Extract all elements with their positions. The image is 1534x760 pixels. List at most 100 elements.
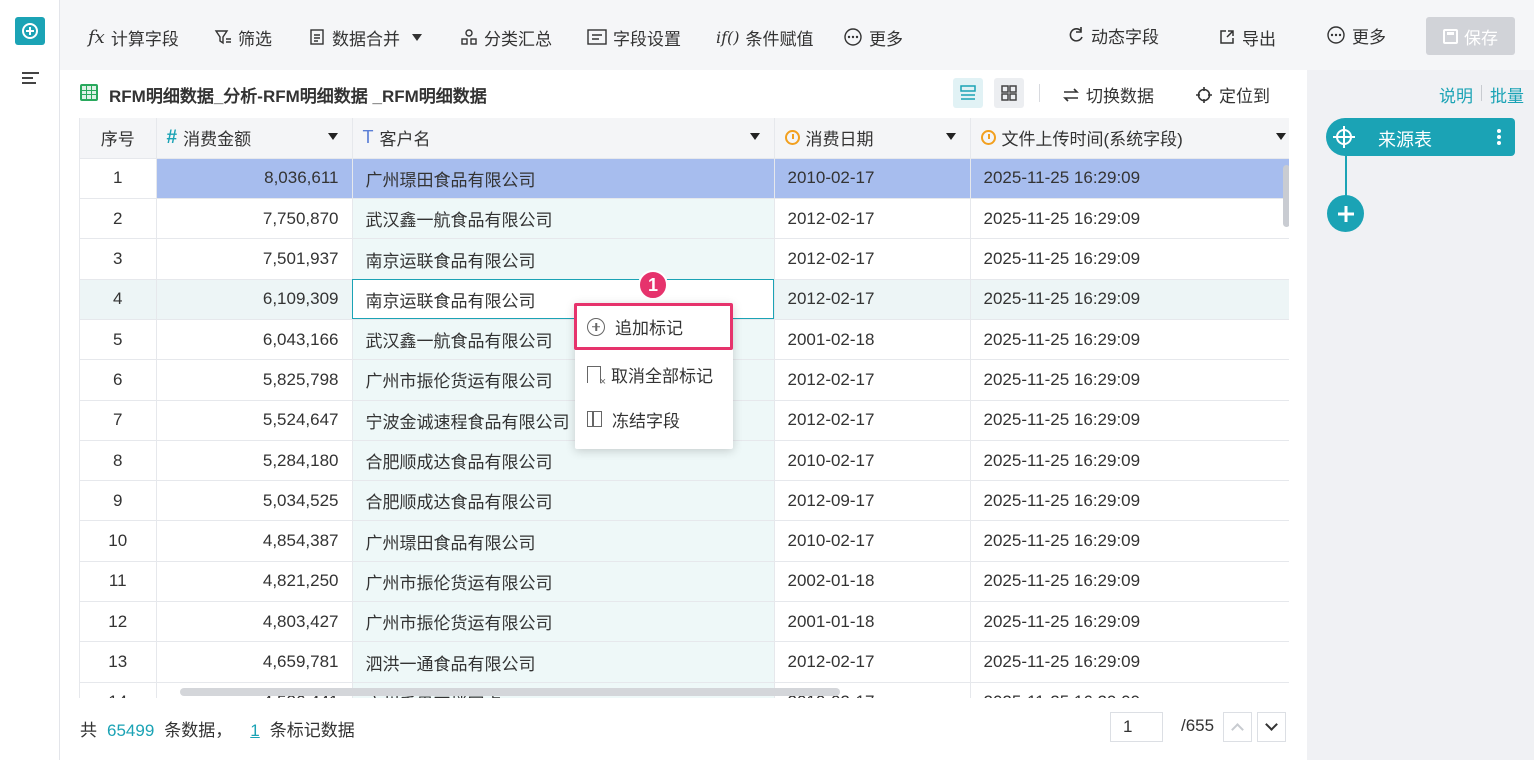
- clear-all-marks-menu-item[interactable]: 取消全部标记: [575, 352, 733, 396]
- switch-data-button[interactable]: 切换数据: [1062, 82, 1154, 107]
- amount-cell[interactable]: 7,501,937: [156, 238, 353, 280]
- row-index-cell[interactable]: 1: [80, 158, 157, 200]
- upload-time-cell[interactable]: 2025-11-25 16:29:09: [970, 682, 1289, 698]
- customer-cell[interactable]: 广州市振伦货运有限公司: [352, 601, 775, 643]
- save-button[interactable]: 保存: [1426, 17, 1515, 55]
- upload-time-cell[interactable]: 2025-11-25 16:29:09: [970, 480, 1289, 522]
- add-mark-menu-item[interactable]: 追加标记: [574, 303, 733, 350]
- conditional-assign-button[interactable]: if() 条件赋值: [716, 24, 814, 50]
- amount-cell[interactable]: 5,524,647: [156, 400, 353, 441]
- prev-page-button[interactable]: [1223, 712, 1252, 742]
- upload-time-cell[interactable]: 2025-11-25 16:29:09: [970, 279, 1289, 320]
- customer-cell[interactable]: 广州市振伦货运有限公司: [352, 561, 775, 603]
- grid-view-button[interactable]: [994, 78, 1024, 108]
- upload-time-cell[interactable]: 2025-11-25 16:29:09: [970, 641, 1289, 683]
- date-cell[interactable]: 2010-02-17: [774, 440, 971, 482]
- date-cell[interactable]: 2012-02-17: [774, 641, 971, 683]
- upload-time-cell[interactable]: 2025-11-25 16:29:09: [970, 601, 1289, 643]
- date-cell[interactable]: 2010-02-17: [774, 158, 971, 200]
- source-table-node[interactable]: 来源表: [1326, 118, 1515, 156]
- detail-view-button[interactable]: [953, 78, 983, 108]
- merge-button[interactable]: 数据合并: [308, 24, 422, 50]
- explain-link[interactable]: 说明: [1439, 82, 1473, 107]
- horizontal-scrollbar[interactable]: [180, 688, 840, 696]
- batch-link[interactable]: 批量: [1490, 82, 1524, 107]
- table-row[interactable]: 1 8,036,611 广州璟田食品有限公司 2010-02-17 2025-11-25…: [80, 158, 1289, 200]
- locate-button[interactable]: 定位到: [1195, 82, 1270, 107]
- amount-cell[interactable]: 7,750,870: [156, 198, 353, 240]
- column-menu-icon[interactable]: [1275, 133, 1286, 140]
- column-header-date[interactable]: 消费日期: [774, 118, 971, 159]
- date-cell[interactable]: 2012-02-17: [774, 279, 971, 320]
- calc-field-button[interactable]: fx 计算字段: [88, 24, 179, 50]
- more-right-button[interactable]: 更多: [1326, 22, 1386, 48]
- table-row[interactable]: 10 4,854,387 广州璟田食品有限公司 2010-02-17 2025-11-2…: [80, 520, 1289, 562]
- column-menu-icon[interactable]: [749, 133, 760, 140]
- amount-cell[interactable]: 6,109,309: [156, 279, 353, 320]
- row-index-cell[interactable]: 12: [80, 601, 157, 643]
- amount-cell[interactable]: 4,821,250: [156, 561, 353, 603]
- freeze-field-menu-item[interactable]: 冻结字段: [575, 397, 733, 441]
- add-dataset-icon[interactable]: [15, 17, 45, 45]
- customer-cell[interactable]: 广州璟田食品有限公司: [352, 520, 775, 562]
- field-settings-button[interactable]: 字段设置: [587, 24, 681, 50]
- customer-cell[interactable]: 武汉鑫一航食品有限公司: [352, 198, 775, 240]
- group-summary-button[interactable]: 分类汇总: [460, 24, 552, 50]
- row-index-cell[interactable]: 10: [80, 520, 157, 562]
- marked-count-link[interactable]: 1: [250, 721, 259, 740]
- row-index-cell[interactable]: 3: [80, 238, 157, 280]
- row-index-cell[interactable]: 2: [80, 198, 157, 240]
- export-button[interactable]: 导出: [1218, 24, 1276, 50]
- date-cell[interactable]: 2012-02-17: [774, 198, 971, 240]
- date-cell[interactable]: 2012-02-17: [774, 359, 971, 401]
- upload-time-cell[interactable]: 2025-11-25 16:29:09: [970, 319, 1289, 361]
- upload-time-cell[interactable]: 2025-11-25 16:29:09: [970, 158, 1289, 200]
- table-row[interactable]: 13 4,659,781 泗洪一通食品有限公司 2012-02-17 2025-11-2…: [80, 641, 1289, 683]
- row-index-cell[interactable]: 4: [80, 279, 157, 320]
- upload-time-cell[interactable]: 2025-11-25 16:29:09: [970, 440, 1289, 482]
- date-cell[interactable]: 2012-02-17: [774, 238, 971, 280]
- upload-time-cell[interactable]: 2025-11-25 16:29:09: [970, 520, 1289, 562]
- column-header-amount[interactable]: # 消费金额: [156, 118, 353, 159]
- list-icon[interactable]: [22, 72, 39, 87]
- table-row[interactable]: 11 4,821,250 广州市振伦货运有限公司 2002-01-18 2025-11-…: [80, 561, 1289, 603]
- customer-cell[interactable]: 广州璟田食品有限公司: [352, 158, 775, 200]
- upload-time-cell[interactable]: 2025-11-25 16:29:09: [970, 198, 1289, 240]
- row-index-cell[interactable]: 11: [80, 561, 157, 603]
- customer-cell[interactable]: 南京运联食品有限公司: [352, 238, 775, 280]
- amount-cell[interactable]: 4,659,781: [156, 641, 353, 683]
- filter-button[interactable]: 筛选: [214, 24, 272, 50]
- row-index-cell[interactable]: 7: [80, 400, 157, 441]
- date-cell[interactable]: 2010-02-17: [774, 520, 971, 562]
- more-vertical-icon[interactable]: [1497, 129, 1501, 145]
- row-index-cell[interactable]: 5: [80, 319, 157, 361]
- vertical-scrollbar[interactable]: [1283, 165, 1289, 227]
- customer-cell[interactable]: 合肥顺成达食品有限公司: [352, 480, 775, 522]
- dynamic-field-button[interactable]: 动态字段: [1067, 22, 1159, 48]
- amount-cell[interactable]: 6,043,166: [156, 319, 353, 361]
- column-header-upload-time[interactable]: 文件上传时间(系统字段): [970, 118, 1289, 159]
- table-row[interactable]: 12 4,803,427 广州市振伦货运有限公司 2001-01-18 2025-11-…: [80, 601, 1289, 643]
- date-cell[interactable]: 2001-02-18: [774, 319, 971, 361]
- column-header-customer[interactable]: T 客户名: [352, 118, 775, 159]
- amount-cell[interactable]: 8,036,611: [156, 158, 353, 200]
- upload-time-cell[interactable]: 2025-11-25 16:29:09: [970, 238, 1289, 280]
- row-index-cell[interactable]: 8: [80, 440, 157, 482]
- customer-cell[interactable]: 泗洪一通食品有限公司: [352, 641, 775, 683]
- date-cell[interactable]: 2002-01-18: [774, 561, 971, 603]
- more-left-button[interactable]: 更多: [843, 24, 903, 50]
- table-row[interactable]: 2 7,750,870 武汉鑫一航食品有限公司 2012-02-17 2025-11-2…: [80, 198, 1289, 240]
- amount-cell[interactable]: 5,284,180: [156, 440, 353, 482]
- date-cell[interactable]: 2012-02-17: [774, 400, 971, 441]
- date-cell[interactable]: 2012-09-17: [774, 480, 971, 522]
- amount-cell[interactable]: 5,034,525: [156, 480, 353, 522]
- upload-time-cell[interactable]: 2025-11-25 16:29:09: [970, 359, 1289, 401]
- row-index-cell[interactable]: 6: [80, 359, 157, 401]
- table-row[interactable]: 3 7,501,937 南京运联食品有限公司 2012-02-17 2025-11-25…: [80, 238, 1289, 280]
- add-step-button[interactable]: [1327, 195, 1364, 232]
- upload-time-cell[interactable]: 2025-11-25 16:29:09: [970, 400, 1289, 441]
- table-row[interactable]: 9 5,034,525 合肥顺成达食品有限公司 2012-09-17 2025-11-2…: [80, 480, 1289, 522]
- date-cell[interactable]: 2001-01-18: [774, 601, 971, 643]
- column-menu-icon[interactable]: [327, 133, 338, 140]
- amount-cell[interactable]: 4,803,427: [156, 601, 353, 643]
